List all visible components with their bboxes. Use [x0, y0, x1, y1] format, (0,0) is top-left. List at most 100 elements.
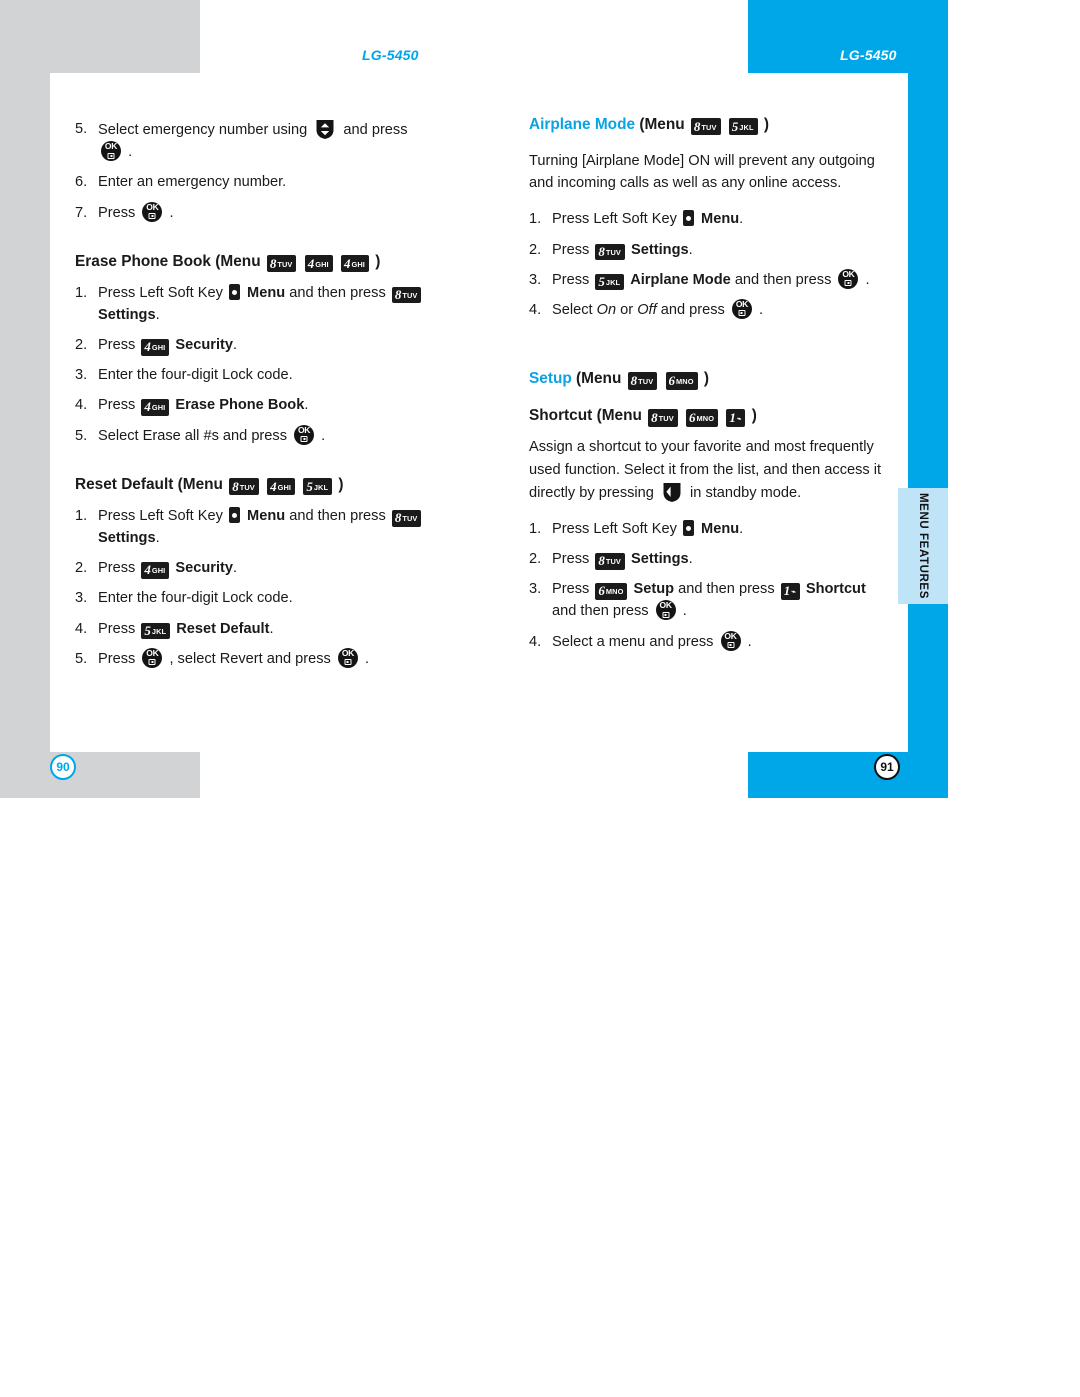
- key-digit: 5: [144, 622, 151, 638]
- step-period: .: [155, 306, 160, 323]
- key-badge: 8TUV: [229, 477, 259, 496]
- key-digit: 5: [731, 119, 739, 134]
- list-item: 2. Press 4GHI Security.: [75, 557, 505, 579]
- step-text: Press: [98, 337, 136, 354]
- step-text-cont: and press: [660, 301, 725, 318]
- key-digit: 4: [270, 478, 277, 494]
- step-period: .: [739, 211, 744, 228]
- step-period: .: [232, 560, 238, 577]
- key-digit: 8: [651, 410, 658, 426]
- step-number: 4.: [75, 620, 88, 637]
- step-number: 3.: [529, 581, 542, 598]
- key-letters: TUV: [402, 513, 418, 523]
- step-bold-security: Security: [175, 560, 233, 577]
- key-badge: 4GHI: [267, 477, 296, 496]
- step-text: Select Erase all #s and press: [98, 427, 288, 444]
- list-item: 2. Press 8TUV Settings.: [529, 239, 889, 261]
- step-bold-settings: Settings: [631, 551, 689, 568]
- list-item: 5. Select emergency number using and pre…: [75, 118, 505, 163]
- step-number: 1.: [529, 520, 542, 537]
- list-item: 1. Press Left Soft Key Menu.: [529, 208, 889, 230]
- left-soft-key-icon: [682, 210, 694, 227]
- heading-paren-open: (Menu: [596, 407, 642, 425]
- key-badge: 6MNO: [595, 583, 628, 600]
- step-number: 5.: [75, 121, 88, 137]
- running-head-left: LG-5450: [362, 47, 419, 63]
- key-letters: GHI: [151, 403, 166, 413]
- key-letters: GHI: [151, 566, 166, 576]
- key-letters: JKL: [151, 626, 167, 636]
- step-period: .: [758, 301, 764, 318]
- step-period: .: [364, 650, 370, 667]
- key-letters: MNO: [696, 414, 715, 424]
- list-item: 4. Select a menu and press OK .: [529, 630, 889, 653]
- step-text-or: or: [620, 301, 634, 318]
- step-period: .: [682, 603, 687, 620]
- key-digit: 1: [783, 583, 791, 599]
- key-letters: GHI: [151, 343, 166, 353]
- shortcut-body-part-b: in standby mode.: [690, 484, 802, 501]
- step-bold-erase: Erase Phone Book: [175, 397, 305, 414]
- step-text: Select a menu and press: [552, 633, 714, 650]
- continued-steps-list: 5. Select emergency number using and pre…: [75, 118, 505, 224]
- step-italic-on: On: [596, 301, 617, 318]
- step-text: Enter the four-digit Lock code.: [98, 367, 293, 384]
- step-text-cont: and press: [343, 122, 408, 138]
- left-soft-key-icon: [228, 283, 240, 300]
- key-badge: 5JKL: [141, 622, 171, 640]
- key-letters: TUV: [277, 259, 293, 269]
- step-bold-security: Security: [175, 337, 233, 354]
- key-digit: 5: [306, 478, 313, 494]
- step-bold-reset: Reset Default: [176, 620, 270, 637]
- key-letters: TUV: [638, 377, 654, 387]
- ok-key-icon: OK: [142, 201, 163, 222]
- key-letters: TUV: [701, 123, 717, 132]
- step-text-cont: , select Revert and press: [169, 650, 331, 667]
- step-text: Press Left Soft Key: [98, 284, 223, 301]
- ok-key-icon: OK: [720, 630, 741, 651]
- step-number: 3.: [75, 367, 88, 384]
- heading-paren-open: (Menu: [177, 475, 223, 493]
- key-badge: 8TUV: [627, 372, 658, 390]
- key-digit: 8: [598, 553, 605, 569]
- key-digit: 6: [668, 373, 676, 389]
- key-letters: MNO: [605, 587, 624, 597]
- step-bold-menu: Menu: [247, 507, 286, 524]
- step-period: .: [232, 337, 238, 354]
- key-symbol: ⌁: [791, 587, 796, 597]
- step-text-cont: and then press: [678, 581, 775, 598]
- list-item: 2. Press 4GHI Security.: [75, 334, 505, 356]
- page-number-right: 91: [874, 754, 900, 780]
- step-number: 4.: [75, 397, 88, 414]
- step-text: Press: [552, 271, 590, 288]
- step-italic-off: Off: [637, 301, 657, 318]
- ok-key-icon: OK: [294, 424, 315, 445]
- gray-block-bottom-left: [0, 752, 200, 798]
- ok-key-icon: OK: [101, 141, 121, 162]
- step-period: .: [169, 204, 174, 221]
- key-digit: 8: [598, 243, 605, 259]
- heading-paren-close: ): [751, 407, 757, 425]
- list-item: 1. Press Left Soft Key Menu and then pre…: [75, 282, 505, 326]
- heading-title: Shortcut: [529, 407, 593, 425]
- heading-paren-close: ): [375, 252, 381, 270]
- key-digit: 4: [144, 339, 151, 355]
- key-digit: 4: [144, 562, 151, 578]
- key-badge: 6MNO: [665, 372, 698, 390]
- list-item: 2. Press 8TUV Settings.: [529, 548, 889, 570]
- list-item: 4. Press 5JKL Reset Default.: [75, 618, 505, 640]
- erase-phone-book-steps: 1. Press Left Soft Key Menu and then pre…: [75, 282, 505, 447]
- step-period: .: [269, 620, 274, 637]
- heading-shortcut: Shortcut (Menu 8TUV 6MNO 1⌁ ): [529, 404, 889, 427]
- step-text: Press: [98, 620, 136, 637]
- key-letters: GHI: [315, 259, 329, 269]
- list-item: 3. Press 6MNO Setup and then press 1⌁ Sh…: [529, 578, 889, 622]
- key-digit: 8: [693, 119, 701, 134]
- heading-paren-open: (Menu: [639, 116, 685, 133]
- airplane-mode-steps: 1. Press Left Soft Key Menu. 2. Press 8T…: [529, 208, 889, 321]
- key-digit: 5: [598, 273, 605, 289]
- ok-key-icon: OK: [731, 298, 752, 319]
- heading-paren-open: (Menu: [576, 370, 622, 388]
- heading-title: Reset Default: [75, 475, 174, 493]
- key-badge: 4GHI: [340, 254, 369, 273]
